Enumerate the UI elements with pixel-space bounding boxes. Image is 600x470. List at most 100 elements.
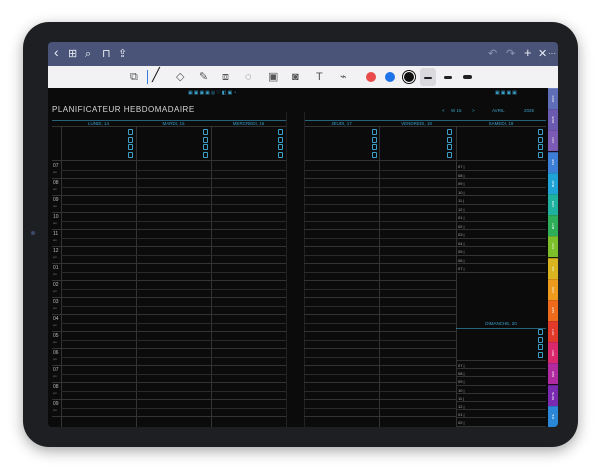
shapes-icon[interactable]: ⧈ [222, 69, 229, 85]
task-checkbox[interactable] [128, 136, 133, 143]
saturday-hour-line[interactable] [456, 263, 546, 264]
next-week-button[interactable]: > [472, 108, 475, 113]
task-checkbox[interactable] [538, 129, 543, 135]
eraser-icon[interactable]: ◇ [176, 69, 184, 85]
sunday-hour-line[interactable] [456, 409, 546, 411]
task-checkbox[interactable] [372, 136, 377, 143]
task-checkbox[interactable] [372, 144, 377, 150]
more-icon[interactable]: ··· [548, 46, 556, 62]
month-tab-jul[interactable]: JUL [548, 257, 558, 279]
undo-icon[interactable]: ↶ [488, 46, 497, 62]
task-checkbox[interactable] [278, 144, 283, 150]
camera-icon[interactable]: ◙ [292, 69, 299, 85]
task-checkbox[interactable] [372, 129, 377, 135]
task-checkbox[interactable] [128, 151, 133, 158]
close-icon[interactable]: ✕ [538, 46, 547, 62]
laser-icon[interactable]: ⌁ [340, 69, 347, 85]
task-checkbox[interactable] [278, 151, 283, 158]
task-checkbox[interactable] [128, 129, 133, 135]
saturday-hour-line[interactable] [456, 254, 546, 256]
task-checkbox[interactable] [372, 151, 377, 158]
highlighter-icon[interactable]: ✎ [199, 69, 208, 85]
month-tab-apr[interactable]: APR [548, 193, 558, 216]
sunday-task-checkbox[interactable] [538, 351, 543, 358]
grid-icon[interactable]: ⊞ [68, 46, 77, 62]
add-icon[interactable]: + [524, 45, 532, 61]
saturday-hour-line[interactable] [456, 246, 546, 247]
sunday-hour-line[interactable] [456, 384, 546, 386]
medium-stroke-button[interactable] [444, 76, 452, 79]
share-icon[interactable]: ⇪ [118, 46, 127, 62]
saturday-hour-line[interactable] [456, 169, 546, 171]
saturday-hour-line[interactable] [456, 237, 546, 239]
month-tab-2024[interactable]: 2024 [548, 88, 558, 110]
month-tab-dec[interactable]: DEC [548, 363, 558, 385]
month-link[interactable]: AVRIL [492, 108, 505, 113]
saturday-hour-line[interactable] [456, 203, 546, 205]
saturday-hour-line[interactable] [456, 178, 546, 179]
year-link[interactable]: 2025 [524, 108, 534, 113]
color-blue-swatch[interactable] [385, 72, 395, 82]
month-tab-feb[interactable]: FEB [548, 151, 558, 173]
task-checkbox[interactable] [538, 151, 543, 158]
search-icon[interactable]: ⌕ [85, 46, 91, 62]
page-icon[interactable]: ⧉ [130, 69, 138, 85]
saturday-hour-line[interactable] [456, 220, 546, 222]
task-checkbox[interactable] [203, 136, 208, 143]
thick-stroke-button[interactable] [463, 75, 472, 79]
month-tab-mar[interactable]: MAR [548, 172, 558, 194]
task-checkbox[interactable] [447, 151, 452, 158]
month-tab-aug[interactable]: AUG [548, 278, 558, 300]
sunday-hour-line[interactable] [456, 401, 546, 402]
task-checkbox[interactable] [203, 129, 208, 135]
sunday-hour-line[interactable] [456, 392, 546, 394]
month-tab-may[interactable]: MAY [548, 215, 558, 237]
color-black-swatch[interactable] [404, 72, 414, 82]
task-checkbox[interactable] [447, 136, 452, 143]
sunday-hour-line[interactable] [456, 368, 546, 370]
saturday-hour-line[interactable] [456, 186, 546, 188]
month-tab-ice[interactable]: ICE [548, 405, 558, 427]
month-tab-note[interactable]: NOTE [548, 384, 558, 406]
month-tab-nov[interactable]: NOV [548, 342, 558, 364]
sunday-hour-line[interactable] [456, 376, 546, 378]
task-checkbox[interactable] [203, 144, 208, 150]
hour-row-line-right [304, 399, 456, 400]
task-checkbox[interactable] [447, 129, 452, 135]
lasso-icon[interactable]: ◌ [245, 69, 252, 85]
sunday-hour-line[interactable] [456, 425, 546, 427]
half-hour-line-left [61, 238, 286, 239]
task-checkbox[interactable] [538, 136, 543, 143]
saturday-hour-line[interactable] [456, 271, 546, 273]
redo-icon[interactable]: ↷ [506, 46, 515, 62]
bookmark-icon[interactable]: ⊓ [102, 46, 111, 62]
month-tab-jan[interactable]: JAN [548, 130, 558, 152]
saturday-hour-line[interactable] [456, 195, 546, 196]
month-tab-oct[interactable]: OCT [548, 321, 558, 343]
text-icon[interactable]: T [316, 69, 323, 85]
right-page-icons[interactable]: ▣▣▣▣ [495, 90, 518, 96]
prev-week-button[interactable]: < [442, 108, 445, 113]
task-checkbox[interactable] [203, 151, 208, 158]
back-icon[interactable]: ‹ [54, 44, 59, 60]
left-page-icons[interactable]: ▣▣▣▣◎♡◧▣◔ [188, 90, 237, 96]
task-checkbox[interactable] [128, 144, 133, 150]
saturday-hour-line[interactable] [456, 212, 546, 213]
task-checkbox[interactable] [278, 136, 283, 143]
pen-icon[interactable]: ╱ [152, 67, 160, 83]
sunday-hour-line[interactable] [456, 417, 546, 419]
week-number[interactable]: W 16 [451, 108, 462, 113]
color-red-swatch[interactable] [366, 72, 376, 82]
task-checkbox[interactable] [447, 144, 452, 150]
sunday-task-checkbox[interactable] [538, 329, 543, 335]
saturday-hour-line[interactable] [456, 229, 546, 230]
task-checkbox[interactable] [278, 129, 283, 135]
hour-label: 10 [53, 214, 59, 220]
month-tab-jun[interactable]: JUN [548, 236, 558, 258]
sunday-task-checkbox[interactable] [538, 344, 543, 350]
image-icon[interactable]: ▣ [268, 69, 278, 85]
sunday-task-checkbox[interactable] [538, 336, 543, 343]
task-checkbox[interactable] [538, 144, 543, 150]
month-tab-2025[interactable]: 2025 [548, 109, 558, 131]
month-tab-sep[interactable]: SEP [548, 299, 558, 322]
